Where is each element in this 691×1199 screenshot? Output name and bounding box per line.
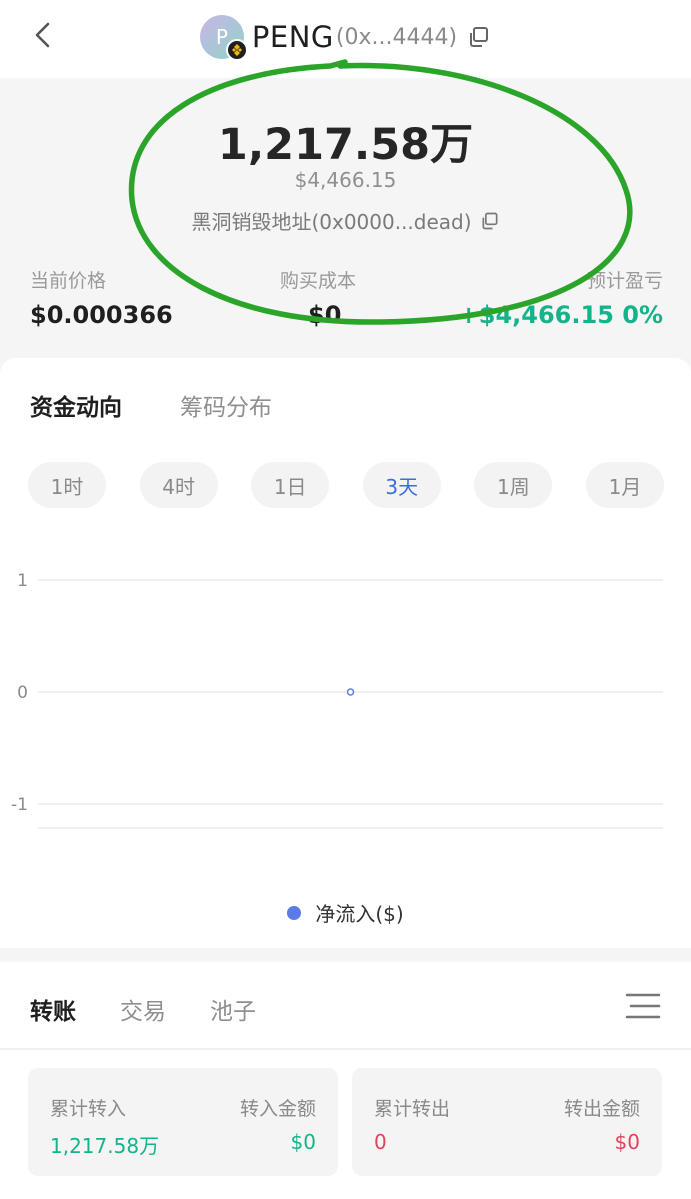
- estimated-pnl-value: +$4,466.15 0%: [458, 301, 663, 329]
- period-selector: 1时 4时 1日 3天 1周 1月: [28, 462, 664, 508]
- tab-pool[interactable]: 池子: [210, 992, 256, 1026]
- token-address: (0x...4444): [335, 24, 458, 50]
- period-1w[interactable]: 1周: [474, 462, 553, 508]
- period-1d[interactable]: 1日: [251, 462, 330, 508]
- holder-address-label: 黑洞销毁地址(0x0000...dead): [191, 210, 472, 234]
- transfer-in-count: 1,217.58万: [50, 1134, 160, 1158]
- token-avatar: P: [199, 15, 248, 61]
- fund-tabs: 资金动向 筹码分布: [30, 388, 272, 422]
- fund-flow-card: 资金动向 筹码分布 1时 4时 1日 3天 1周 1月 1 0 -1 净流入($): [0, 358, 691, 948]
- holding-amount: 1,217.58万: [217, 120, 474, 170]
- top-bar: P PENG (0x...4444): [0, 0, 691, 78]
- period-3d[interactable]: 3天: [362, 462, 441, 508]
- transfer-out-amount-label: 转出金额: [563, 1098, 640, 1120]
- transfer-out-count: 0: [374, 1130, 387, 1154]
- transfer-in-amount-label: 转入金额: [239, 1098, 316, 1120]
- transfer-in-summary: 累计转入 转入金额 1,217.58万 $0: [28, 1068, 338, 1176]
- transfer-out-summary: 累计转出 转出金额 0 $0: [352, 1068, 662, 1176]
- y-tick-label: 0: [17, 683, 28, 703]
- copy-icon[interactable]: [480, 211, 500, 231]
- y-tick-label: -1: [11, 795, 28, 815]
- chart-legend: 净流入($): [0, 898, 691, 927]
- transfer-in-amount: $0: [290, 1130, 316, 1154]
- estimated-pnl-label: 预计盈亏: [586, 270, 663, 292]
- period-4h[interactable]: 4时: [139, 462, 218, 508]
- current-price-label: 当前价格: [30, 270, 107, 292]
- current-price-value: $0.000366: [30, 301, 173, 329]
- tab-fund-flow[interactable]: 资金动向: [30, 388, 122, 422]
- holder-address: 黑洞销毁地址(0x0000...dead): [0, 206, 691, 235]
- tab-chip-distribution[interactable]: 筹码分布: [180, 388, 272, 422]
- divider: [0, 1048, 691, 1050]
- purchase-cost-value: $0: [308, 301, 342, 329]
- holding-usd-value: $4,466.15: [294, 168, 397, 192]
- copy-icon[interactable]: [467, 25, 491, 49]
- tab-trade[interactable]: 交易: [120, 992, 166, 1026]
- purchase-cost: 购买成本 $0: [280, 266, 356, 329]
- transfer-out-amount: $0: [614, 1130, 640, 1154]
- transfer-out-label: 累计转出: [374, 1098, 451, 1120]
- transfer-in-label: 累计转入: [50, 1098, 127, 1120]
- net-inflow-chart: 1 0 -1: [11, 571, 663, 829]
- token-symbol: PENG: [251, 20, 334, 54]
- activity-tabs: 转账 交易 池子: [30, 992, 256, 1026]
- period-1h[interactable]: 1时: [28, 462, 106, 508]
- activity-section: 转账 交易 池子 累计转入 转入金额 1,217.58万 $0 累计转出 转出金…: [0, 962, 691, 1199]
- purchase-cost-label: 购买成本: [280, 270, 357, 292]
- holding-summary: 1,217.58万 $4,466.15 黑洞销毁地址(0x0000...dead…: [0, 78, 691, 358]
- filter-menu-icon[interactable]: [625, 992, 661, 1020]
- legend-label: 净流入($): [315, 902, 404, 926]
- period-1m[interactable]: 1月: [585, 462, 664, 508]
- legend-swatch: [287, 905, 302, 920]
- estimated-pnl: 预计盈亏 +$4,466.15 0%: [459, 266, 663, 329]
- token-title: P PENG (0x...4444): [0, 14, 691, 61]
- tab-transfer[interactable]: 转账: [30, 992, 76, 1026]
- current-price: 当前价格 $0.000366: [30, 266, 173, 329]
- y-tick-label: 1: [17, 571, 28, 591]
- data-point: [346, 688, 355, 696]
- bnb-chain-icon: [225, 39, 248, 61]
